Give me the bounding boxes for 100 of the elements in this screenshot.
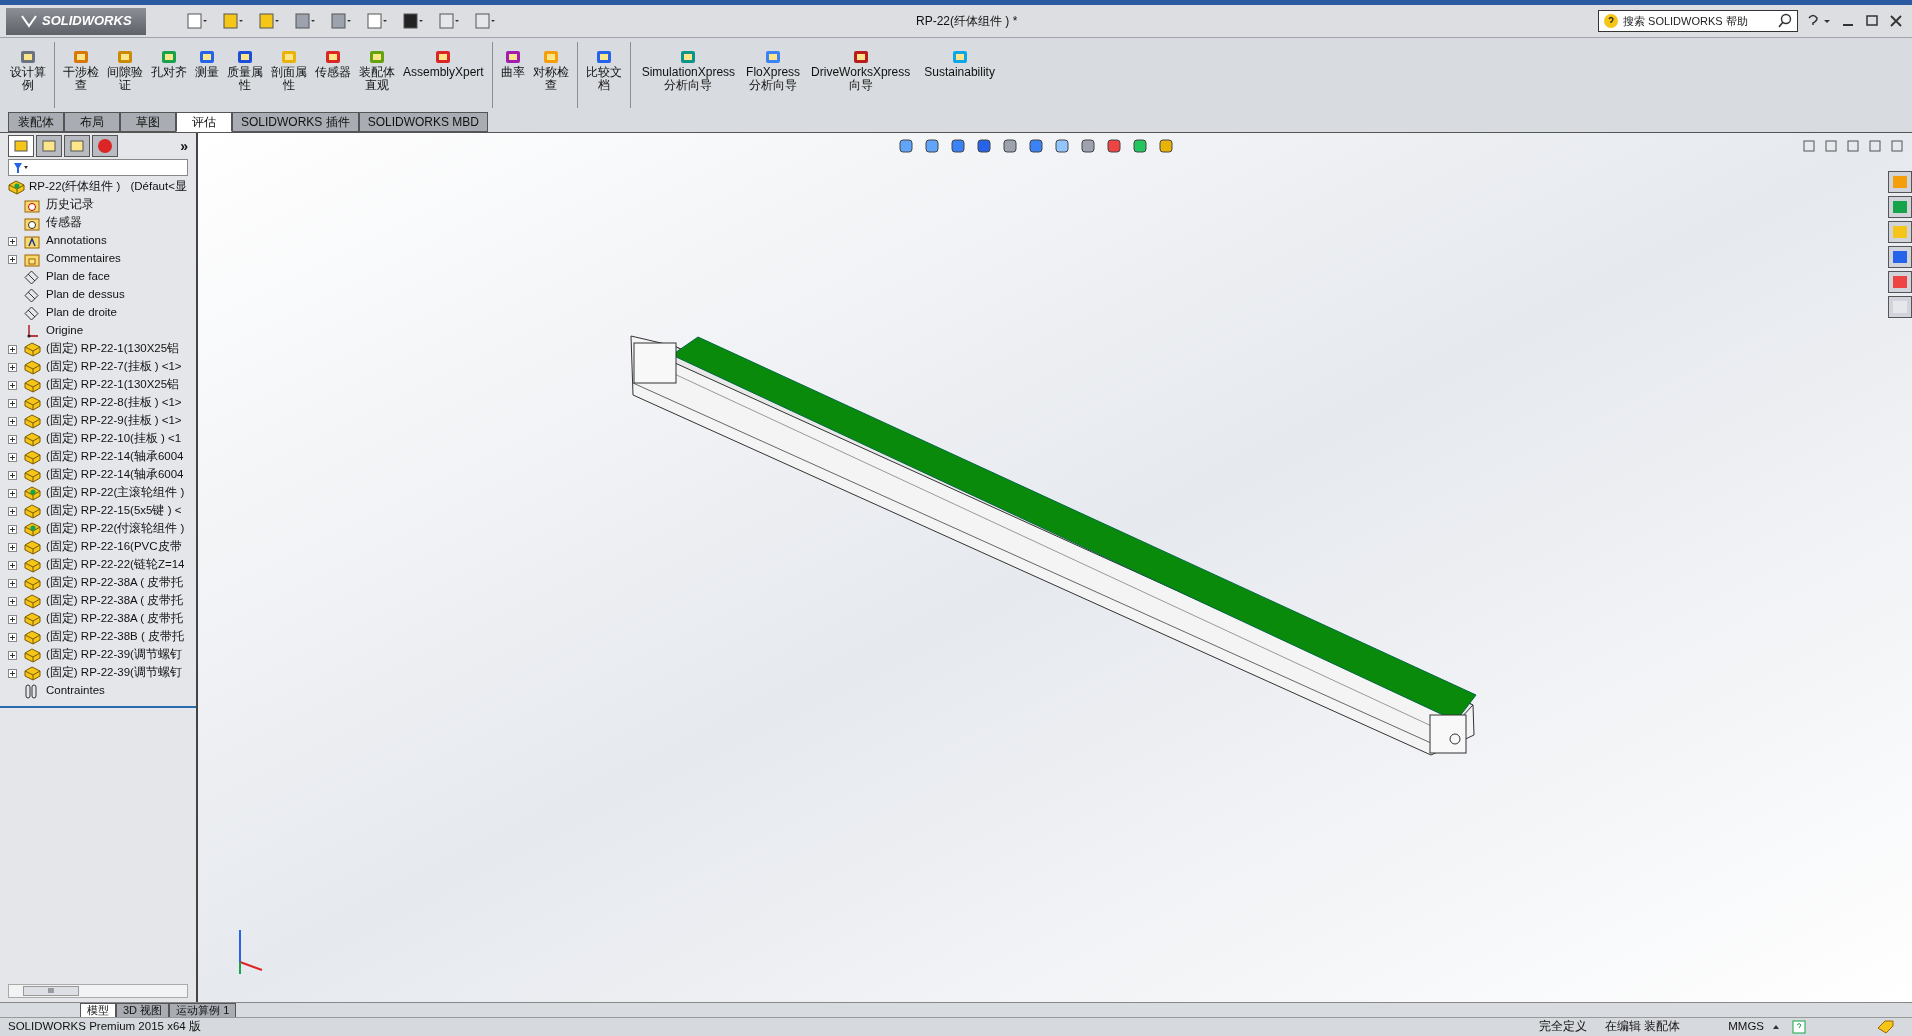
expand-icon[interactable] [8, 416, 17, 426]
ribbon-button[interactable]: 质量属 性 [223, 38, 267, 112]
tree-item[interactable]: (固定) RP-22-38A ( 皮带托 [46, 592, 184, 610]
ribbon-tab[interactable]: 评估 [176, 112, 232, 132]
conveyor-drawing[interactable] [630, 335, 1477, 756]
tree-root[interactable]: RP-22(纤体组件 ) [29, 178, 121, 196]
tree-item[interactable]: (固定) RP-22(主滚轮组件 ) [46, 484, 185, 502]
tree-item[interactable]: (固定) RP-22-16(PVC皮带 [46, 538, 182, 556]
tree-item[interactable]: Annotations [46, 232, 107, 250]
ribbon-button[interactable]: 剖面属 性 [267, 38, 311, 112]
ribbon-tab[interactable]: 布局 [64, 112, 120, 132]
tree-item[interactable]: Plan de dessus [46, 286, 125, 304]
expand-icon[interactable] [8, 650, 17, 660]
model-tab[interactable]: 3D 视图 [116, 1002, 170, 1018]
expand-icon[interactable] [8, 452, 17, 462]
tree-item[interactable]: (固定) RP-22-1(130X25铝 [46, 340, 180, 358]
model-tab[interactable]: 模型 [80, 1002, 116, 1018]
search-field[interactable]: 搜索 SOLIDWORKS 帮助 [1598, 10, 1798, 32]
part-icon [24, 413, 41, 429]
expand-icon[interactable] [8, 254, 17, 264]
expand-icon[interactable] [8, 362, 17, 372]
ribbon-tab[interactable]: SOLIDWORKS MBD [358, 112, 489, 132]
ribbon-button[interactable]: 测量 [191, 38, 223, 112]
ribbon-button[interactable]: 传感器 [311, 38, 355, 112]
expand-icon[interactable] [8, 488, 17, 498]
tree-item[interactable]: (固定) RP-22-15(5x5键 ) < [46, 502, 182, 520]
tree-item[interactable]: Contraintes [46, 682, 105, 700]
ribbon-button[interactable]: 比较文 档 [581, 38, 626, 112]
expand-icon[interactable] [8, 236, 17, 246]
ribbon-button[interactable]: 对称检 查 [528, 38, 573, 112]
panel-tab[interactable] [92, 135, 118, 157]
expand-panel-button[interactable]: » [180, 135, 188, 157]
tag-icon[interactable] [1876, 1020, 1894, 1034]
tree-item[interactable]: (固定) RP-22-9(挂板 ) <1> [46, 412, 182, 430]
ribbon-button[interactable]: Sustainability [917, 38, 1002, 112]
search-icon[interactable] [1777, 13, 1793, 29]
expand-icon[interactable] [8, 524, 17, 534]
expand-icon[interactable] [8, 614, 17, 624]
ribbon-tab[interactable]: 草图 [120, 112, 176, 132]
tree-item[interactable]: 传感器 [46, 214, 82, 232]
ribbon-button[interactable]: AssemblyXpert [399, 38, 488, 112]
expand-icon[interactable] [8, 398, 17, 408]
tree-item[interactable]: (固定) RP-22-8(挂板 ) <1> [46, 394, 182, 412]
ribbon-tab[interactable]: 装配体 [8, 112, 64, 132]
expand-icon[interactable] [8, 344, 17, 354]
ribbon-button[interactable]: 干涉检 查 [59, 38, 103, 112]
ribbon-tab[interactable]: SOLIDWORKS 插件 [232, 112, 359, 132]
expand-icon[interactable] [8, 506, 17, 516]
tree-item[interactable]: 历史记录 [46, 196, 94, 214]
part-icon [24, 539, 41, 555]
ribbon-button[interactable]: DriveWorksXpress 向导 [804, 38, 918, 112]
ribbon-button[interactable]: 设计算 例 [6, 38, 50, 112]
expand-icon[interactable] [8, 668, 17, 678]
tree-item[interactable]: Origine [46, 322, 84, 340]
ribbon-button[interactable]: FloXpress 分析向导 [742, 38, 805, 112]
panel-tab[interactable] [64, 135, 90, 157]
expand-icon[interactable] [8, 542, 17, 552]
panel-tab[interactable] [8, 135, 34, 157]
tree-item[interactable]: (固定) RP-22-1(130X25铝 [46, 376, 180, 394]
tree-item[interactable]: (固定) RP-22-38B ( 皮带托 [46, 628, 184, 646]
part-icon [24, 395, 41, 411]
filter-bar[interactable] [8, 159, 188, 176]
tree-item[interactable]: (固定) RP-22-14(轴承6004 [46, 466, 184, 484]
expand-icon[interactable] [8, 434, 17, 444]
panel-tab[interactable] [36, 135, 62, 157]
ribbon-button[interactable]: 曲率 [496, 38, 529, 112]
expand-icon[interactable] [8, 560, 17, 570]
ribbon-button[interactable]: SimulationXpress 分析向导 [634, 38, 743, 112]
status-mode: 在编辑 装配体 [1605, 1019, 1681, 1035]
ribbon-button[interactable]: 间隙验 证 [103, 38, 147, 112]
filter-icon [13, 161, 29, 174]
expand-icon[interactable] [8, 578, 17, 588]
tree-item[interactable]: (固定) RP-22-39(调节螺钉 [46, 664, 182, 682]
tree-item[interactable]: (固定) RP-22-38A ( 皮带托 [46, 574, 184, 592]
tree-item[interactable]: (固定) RP-22-7(挂板 ) <1> [46, 358, 182, 376]
maximize-icon[interactable] [1864, 13, 1880, 29]
expand-icon[interactable] [8, 632, 17, 642]
tree-item[interactable]: Commentaires [46, 250, 121, 268]
expand-icon[interactable] [8, 470, 17, 480]
tree-item[interactable]: (固定) RP-22-38A ( 皮带托 [46, 610, 184, 628]
tree-item[interactable]: (固定) RP-22-22(链轮Z=14 [46, 556, 185, 574]
part-icon [24, 359, 41, 375]
tree-item[interactable]: Plan de droite [46, 304, 117, 322]
plane-icon [24, 269, 39, 285]
tree-item[interactable]: (固定) RP-22(付滚轮组件 ) [46, 520, 185, 538]
tree-item[interactable]: Plan de face [46, 268, 110, 286]
part-icon [24, 593, 41, 609]
model-tab[interactable]: 运动算例 1 [169, 1002, 237, 1018]
part-icon [24, 629, 41, 645]
ribbon-button[interactable]: 装配体 直观 [355, 38, 399, 112]
tree-item[interactable]: (固定) RP-22-10(挂板 ) <1 [46, 430, 182, 448]
search-input[interactable]: 搜索 SOLIDWORKS 帮助 [1623, 12, 1773, 30]
tree-item[interactable]: (固定) RP-22-14(轴承6004 [46, 448, 184, 466]
tree-item[interactable]: (固定) RP-22-39(调节螺钉 [46, 646, 182, 664]
caret-icon[interactable] [1772, 1023, 1780, 1031]
expand-icon[interactable] [8, 380, 17, 390]
expand-icon[interactable] [8, 596, 17, 606]
units-button[interactable]: MMGS [1728, 1018, 1764, 1036]
ribbon-button[interactable]: 孔对齐 [147, 38, 191, 112]
folder-icon[interactable] [1888, 221, 1912, 243]
